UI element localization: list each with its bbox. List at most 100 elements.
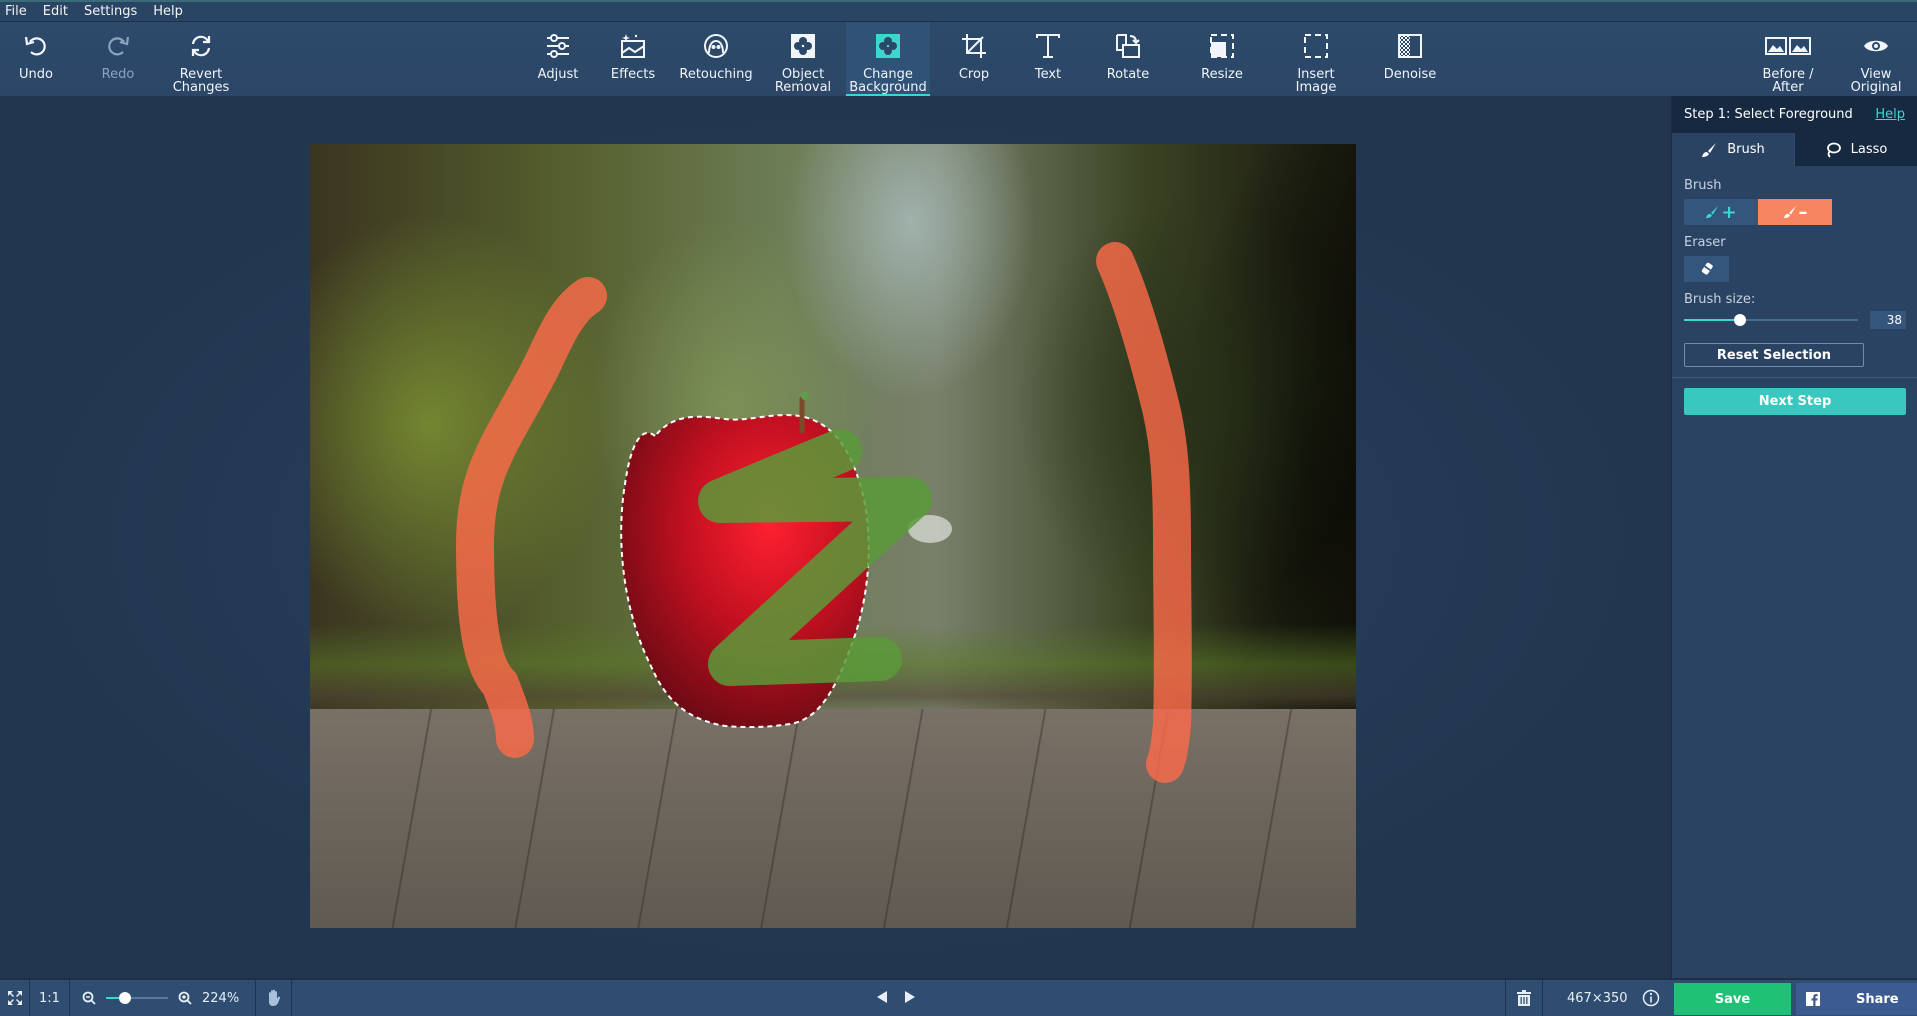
tool-denoise[interactable]: Denoise: [1378, 22, 1442, 97]
tool-text[interactable]: Text: [1018, 22, 1078, 97]
tab-brush-label: Brush: [1727, 142, 1765, 157]
undo-button[interactable]: Undo: [4, 22, 68, 97]
background-brush-stroke-right: [1096, 242, 1192, 783]
tool-crop[interactable]: Crop: [944, 22, 1004, 97]
info-icon[interactable]: [1642, 989, 1660, 1007]
sparkle-image-icon: [620, 26, 646, 66]
delete-button[interactable]: [1506, 980, 1543, 1016]
actual-size-button[interactable]: 1:1: [30, 980, 70, 1016]
tool-insert-image-label: Insert Image: [1295, 67, 1337, 95]
tool-object-removal-label: Object Removal: [774, 67, 832, 95]
before-after-label: Before / After: [1762, 67, 1814, 95]
brush-add-foreground-button[interactable]: +: [1684, 199, 1758, 225]
tool-resize-label: Resize: [1201, 67, 1243, 82]
tool-rotate[interactable]: Rotate: [1098, 22, 1158, 97]
sliders-icon: [545, 26, 571, 66]
tool-resize[interactable]: Resize: [1190, 22, 1254, 97]
tool-insert-image[interactable]: Insert Image: [1284, 22, 1348, 97]
view-original-button[interactable]: View Original: [1840, 22, 1912, 97]
redo-label: Redo: [101, 67, 135, 82]
tool-text-label: Text: [1034, 67, 1062, 82]
tool-change-background-label: Change Background: [849, 67, 927, 95]
undo-icon: [23, 26, 49, 66]
tab-brush[interactable]: Brush: [1672, 133, 1794, 166]
next-step-button[interactable]: Next Step: [1684, 388, 1906, 415]
image-dimensions: 467×350: [1567, 990, 1628, 1006]
selection-overlay: [455, 242, 1192, 783]
lasso-icon: [1826, 142, 1841, 158]
text-icon: [1035, 26, 1061, 66]
previous-image-arrow-icon[interactable]: [876, 990, 888, 1004]
denoise-icon: [1397, 26, 1423, 66]
selection-mode-tabs: Brush Lasso: [1672, 133, 1917, 166]
status-right-group: 467×350: [1505, 980, 1660, 1016]
redo-button[interactable]: Redo: [86, 22, 150, 97]
menu-bar: File Edit Settings Help: [0, 0, 1917, 21]
brush-size-slider[interactable]: [1684, 313, 1858, 327]
tool-crop-label: Crop: [958, 67, 990, 82]
fullscreen-icon: [7, 991, 22, 1005]
pan-tool-button[interactable]: [256, 980, 292, 1016]
save-button[interactable]: Save: [1674, 983, 1791, 1015]
insert-image-icon: [1303, 26, 1329, 66]
menu-file[interactable]: File: [0, 4, 35, 19]
tab-lasso[interactable]: Lasso: [1794, 133, 1917, 166]
brush-size-row: 38: [1684, 311, 1917, 329]
photo-editor-app: File Edit Settings Help Undo Redo Revert…: [0, 0, 1917, 1016]
eraser-icon: [1701, 262, 1713, 275]
brush-size-fill: [1684, 319, 1740, 321]
brush-size-input[interactable]: 38: [1870, 311, 1906, 329]
tool-adjust-label: Adjust: [537, 67, 579, 82]
background-brush-stroke-left: [455, 277, 607, 758]
canvas-area[interactable]: [0, 96, 1671, 978]
share-button[interactable]: Share: [1796, 983, 1917, 1015]
redo-icon: [105, 26, 131, 66]
brush-plus-icon: [1706, 205, 1719, 219]
toolbar: Undo Redo Revert Changes Adjust Effects: [0, 21, 1917, 97]
menu-edit[interactable]: Edit: [35, 4, 76, 19]
eraser-section-label: Eraser: [1684, 235, 1726, 250]
zoom-slider[interactable]: [106, 992, 168, 1004]
share-label: Share: [1856, 991, 1899, 1007]
undo-label: Undo: [19, 67, 53, 82]
brush-size-handle[interactable]: [1733, 314, 1746, 326]
menu-help[interactable]: Help: [145, 4, 191, 19]
step-title: Step 1: Select Foreground: [1684, 107, 1853, 122]
trash-icon: [1517, 990, 1531, 1006]
refresh-icon: [188, 26, 214, 66]
zoom-out-icon[interactable]: [82, 991, 96, 1005]
help-link[interactable]: Help: [1875, 107, 1905, 122]
image-canvas[interactable]: [310, 144, 1356, 928]
panel-header: Step 1: Select Foreground Help: [1672, 96, 1917, 133]
brush-minus-icon: [1783, 205, 1796, 219]
tool-change-background[interactable]: Change Background: [846, 22, 930, 97]
actual-size-label: 1:1: [39, 990, 60, 1006]
tool-rotate-label: Rotate: [1106, 67, 1150, 82]
brush-icon: [1702, 142, 1717, 157]
zoom-in-icon[interactable]: [178, 991, 192, 1005]
tool-denoise-label: Denoise: [1383, 67, 1437, 82]
tool-effects-label: Effects: [610, 67, 656, 82]
fit-to-screen-button[interactable]: [0, 980, 30, 1016]
tool-effects[interactable]: Effects: [603, 22, 663, 97]
view-original-label: View Original: [1850, 67, 1902, 95]
zoom-handle[interactable]: [118, 992, 131, 1004]
tab-lasso-label: Lasso: [1850, 142, 1888, 157]
rotate-icon: [1115, 26, 1141, 66]
revert-changes-button[interactable]: Revert Changes: [165, 22, 237, 97]
zoom-percent: 224%: [202, 990, 240, 1006]
brush-mode-group: + –: [1684, 199, 1917, 225]
face-icon: [703, 26, 729, 66]
next-image-arrow-icon[interactable]: [904, 990, 916, 1004]
eye-icon: [1863, 26, 1889, 66]
tool-retouching[interactable]: Retouching: [676, 22, 756, 97]
menu-settings[interactable]: Settings: [76, 4, 145, 19]
change-background-panel: Step 1: Select Foreground Help Brush Las…: [1671, 96, 1917, 978]
before-after-button[interactable]: Before / After: [1752, 22, 1824, 97]
brush-mark-background-button[interactable]: –: [1758, 199, 1832, 225]
eraser-button[interactable]: [1684, 256, 1729, 282]
tool-adjust[interactable]: Adjust: [528, 22, 588, 97]
reset-selection-button[interactable]: Reset Selection: [1684, 343, 1864, 367]
brush-size-label: Brush size:: [1684, 292, 1756, 307]
tool-object-removal[interactable]: Object Removal: [770, 22, 836, 97]
